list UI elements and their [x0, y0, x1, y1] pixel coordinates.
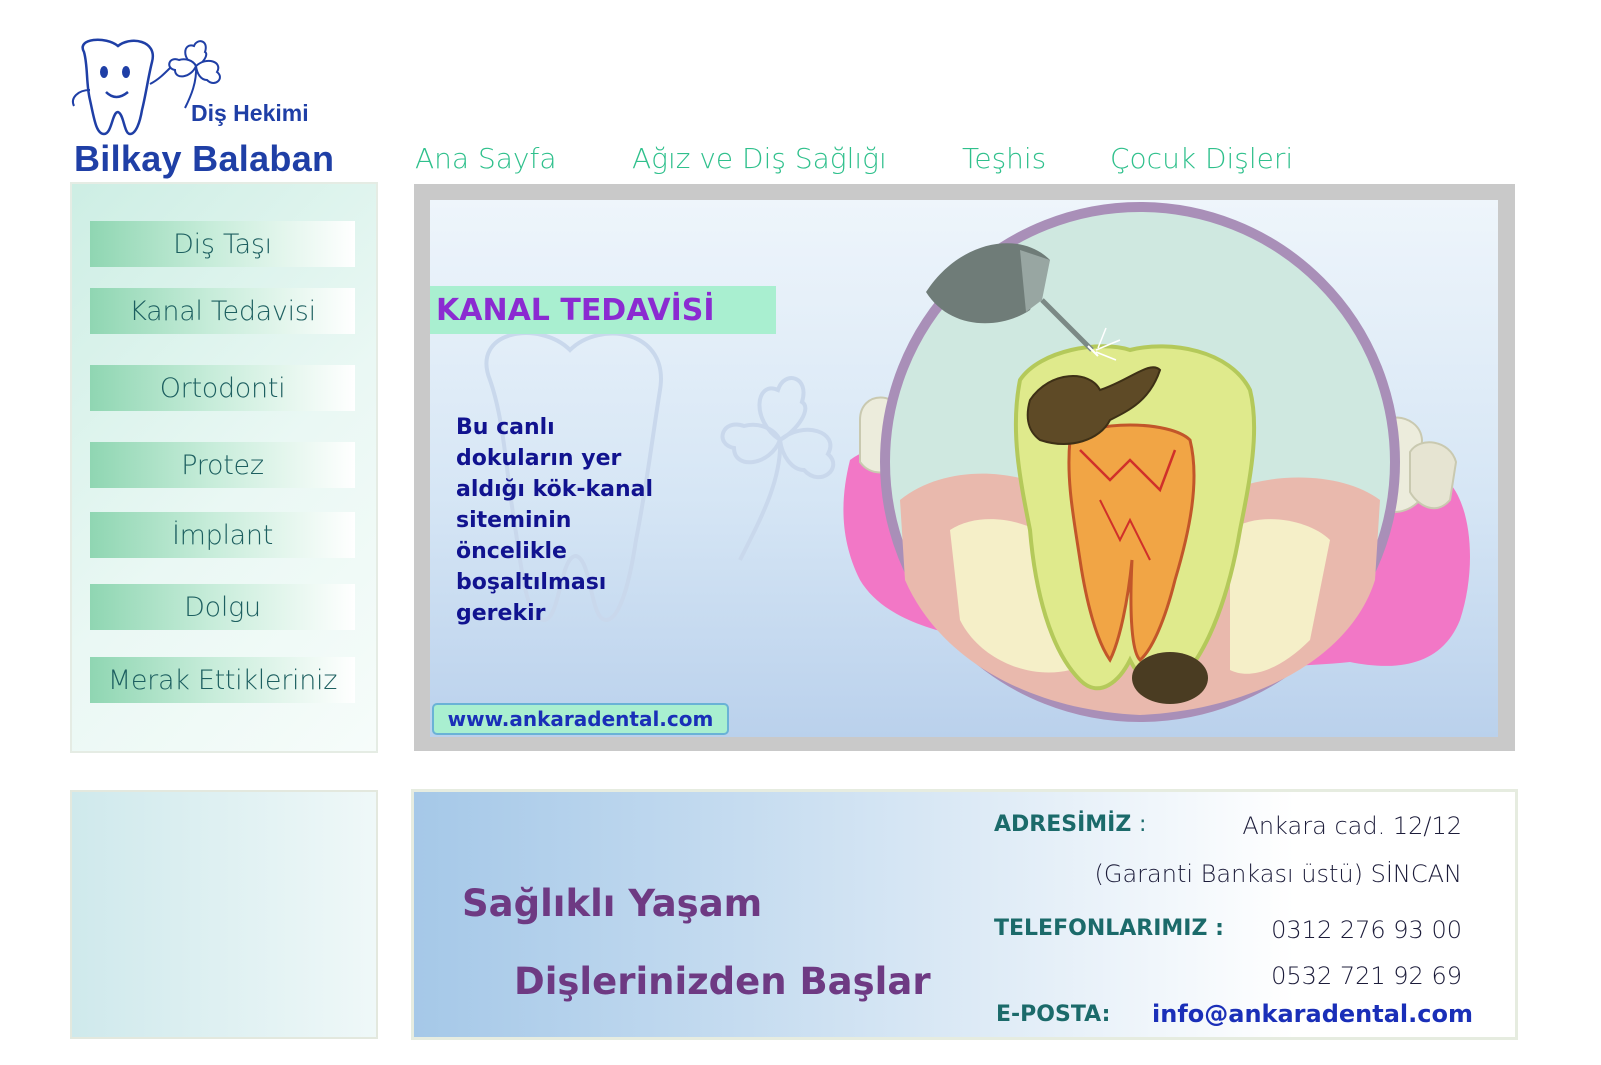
nav-diagnosis[interactable]: Teşhis [962, 142, 1046, 175]
contact-panel: Sağlıklı Yaşam Dişlerinizden Başlar ADRE… [414, 792, 1515, 1037]
banner-text-line: öncelikle [456, 539, 567, 564]
banner-text-line: siteminin [456, 508, 572, 533]
address-line-1: Ankara cad. 12/12 [1242, 812, 1462, 840]
phone-1[interactable]: 0312 276 93 00 [1271, 916, 1462, 944]
email-link[interactable]: info@ankaradental.com [1152, 1000, 1473, 1028]
slogan-line-1: Sağlıklı Yaşam [462, 882, 763, 925]
sidebar-item-prosthesis[interactable]: Protez [90, 442, 355, 488]
banner-text-line: boşaltılması [456, 570, 607, 595]
sidebar-item-faq[interactable]: Merak Ettikleriniz [90, 657, 355, 703]
banner-text-line: Bu canlı [456, 415, 555, 440]
banner: KANAL TEDAVİSİ Bu canlı dokuların yer al… [430, 200, 1498, 737]
sidebar: Diş Taşı Kanal Tedavisi Ortodonti Protez… [72, 184, 376, 751]
nav-home[interactable]: Ana Sayfa [415, 142, 556, 175]
sidebar-item-orthodontics[interactable]: Ortodonti [90, 365, 355, 411]
address-line-2: (Garanti Bankası üstü) SİNCAN [1094, 860, 1463, 888]
banner-description: Bu canlı dokuların yer aldığı kök-kanal … [456, 412, 726, 629]
address-label: ADRESİMİZ : [994, 812, 1147, 837]
bottom-left-panel [72, 792, 376, 1037]
banner-title: KANAL TEDAVİSİ [430, 286, 776, 334]
banner-text-line: gerekir [456, 601, 546, 626]
phone-2[interactable]: 0532 721 92 69 [1271, 962, 1462, 990]
site-logo[interactable]: Diş Hekimi Bilkay Balaban [66, 34, 356, 184]
phone-label: TELEFONLARIMIZ : [994, 916, 1224, 941]
website-link[interactable]: www.ankaradental.com [432, 703, 729, 735]
sidebar-item-filling[interactable]: Dolgu [90, 584, 355, 630]
email-label: E-POSTA: [996, 1002, 1111, 1027]
slogan-line-2: Dişlerinizden Başlar [514, 960, 931, 1003]
sidebar-item-tartar[interactable]: Diş Taşı [90, 221, 355, 267]
banner-text-line: aldığı kök-kanal [456, 477, 654, 502]
nav-children-teeth[interactable]: Çocuk Dişleri [1110, 142, 1293, 175]
sidebar-item-implant[interactable]: İmplant [90, 512, 355, 558]
root-canal-illustration [843, 202, 1470, 722]
sidebar-item-root-canal[interactable]: Kanal Tedavisi [90, 288, 355, 334]
nav-oral-health[interactable]: Ağız ve Diş Sağlığı [632, 142, 887, 175]
banner-text-line: dokuların yer [456, 446, 622, 471]
logo-name: Bilkay Balaban [74, 138, 335, 179]
logo-subtitle: Diş Hekimi [191, 100, 309, 126]
